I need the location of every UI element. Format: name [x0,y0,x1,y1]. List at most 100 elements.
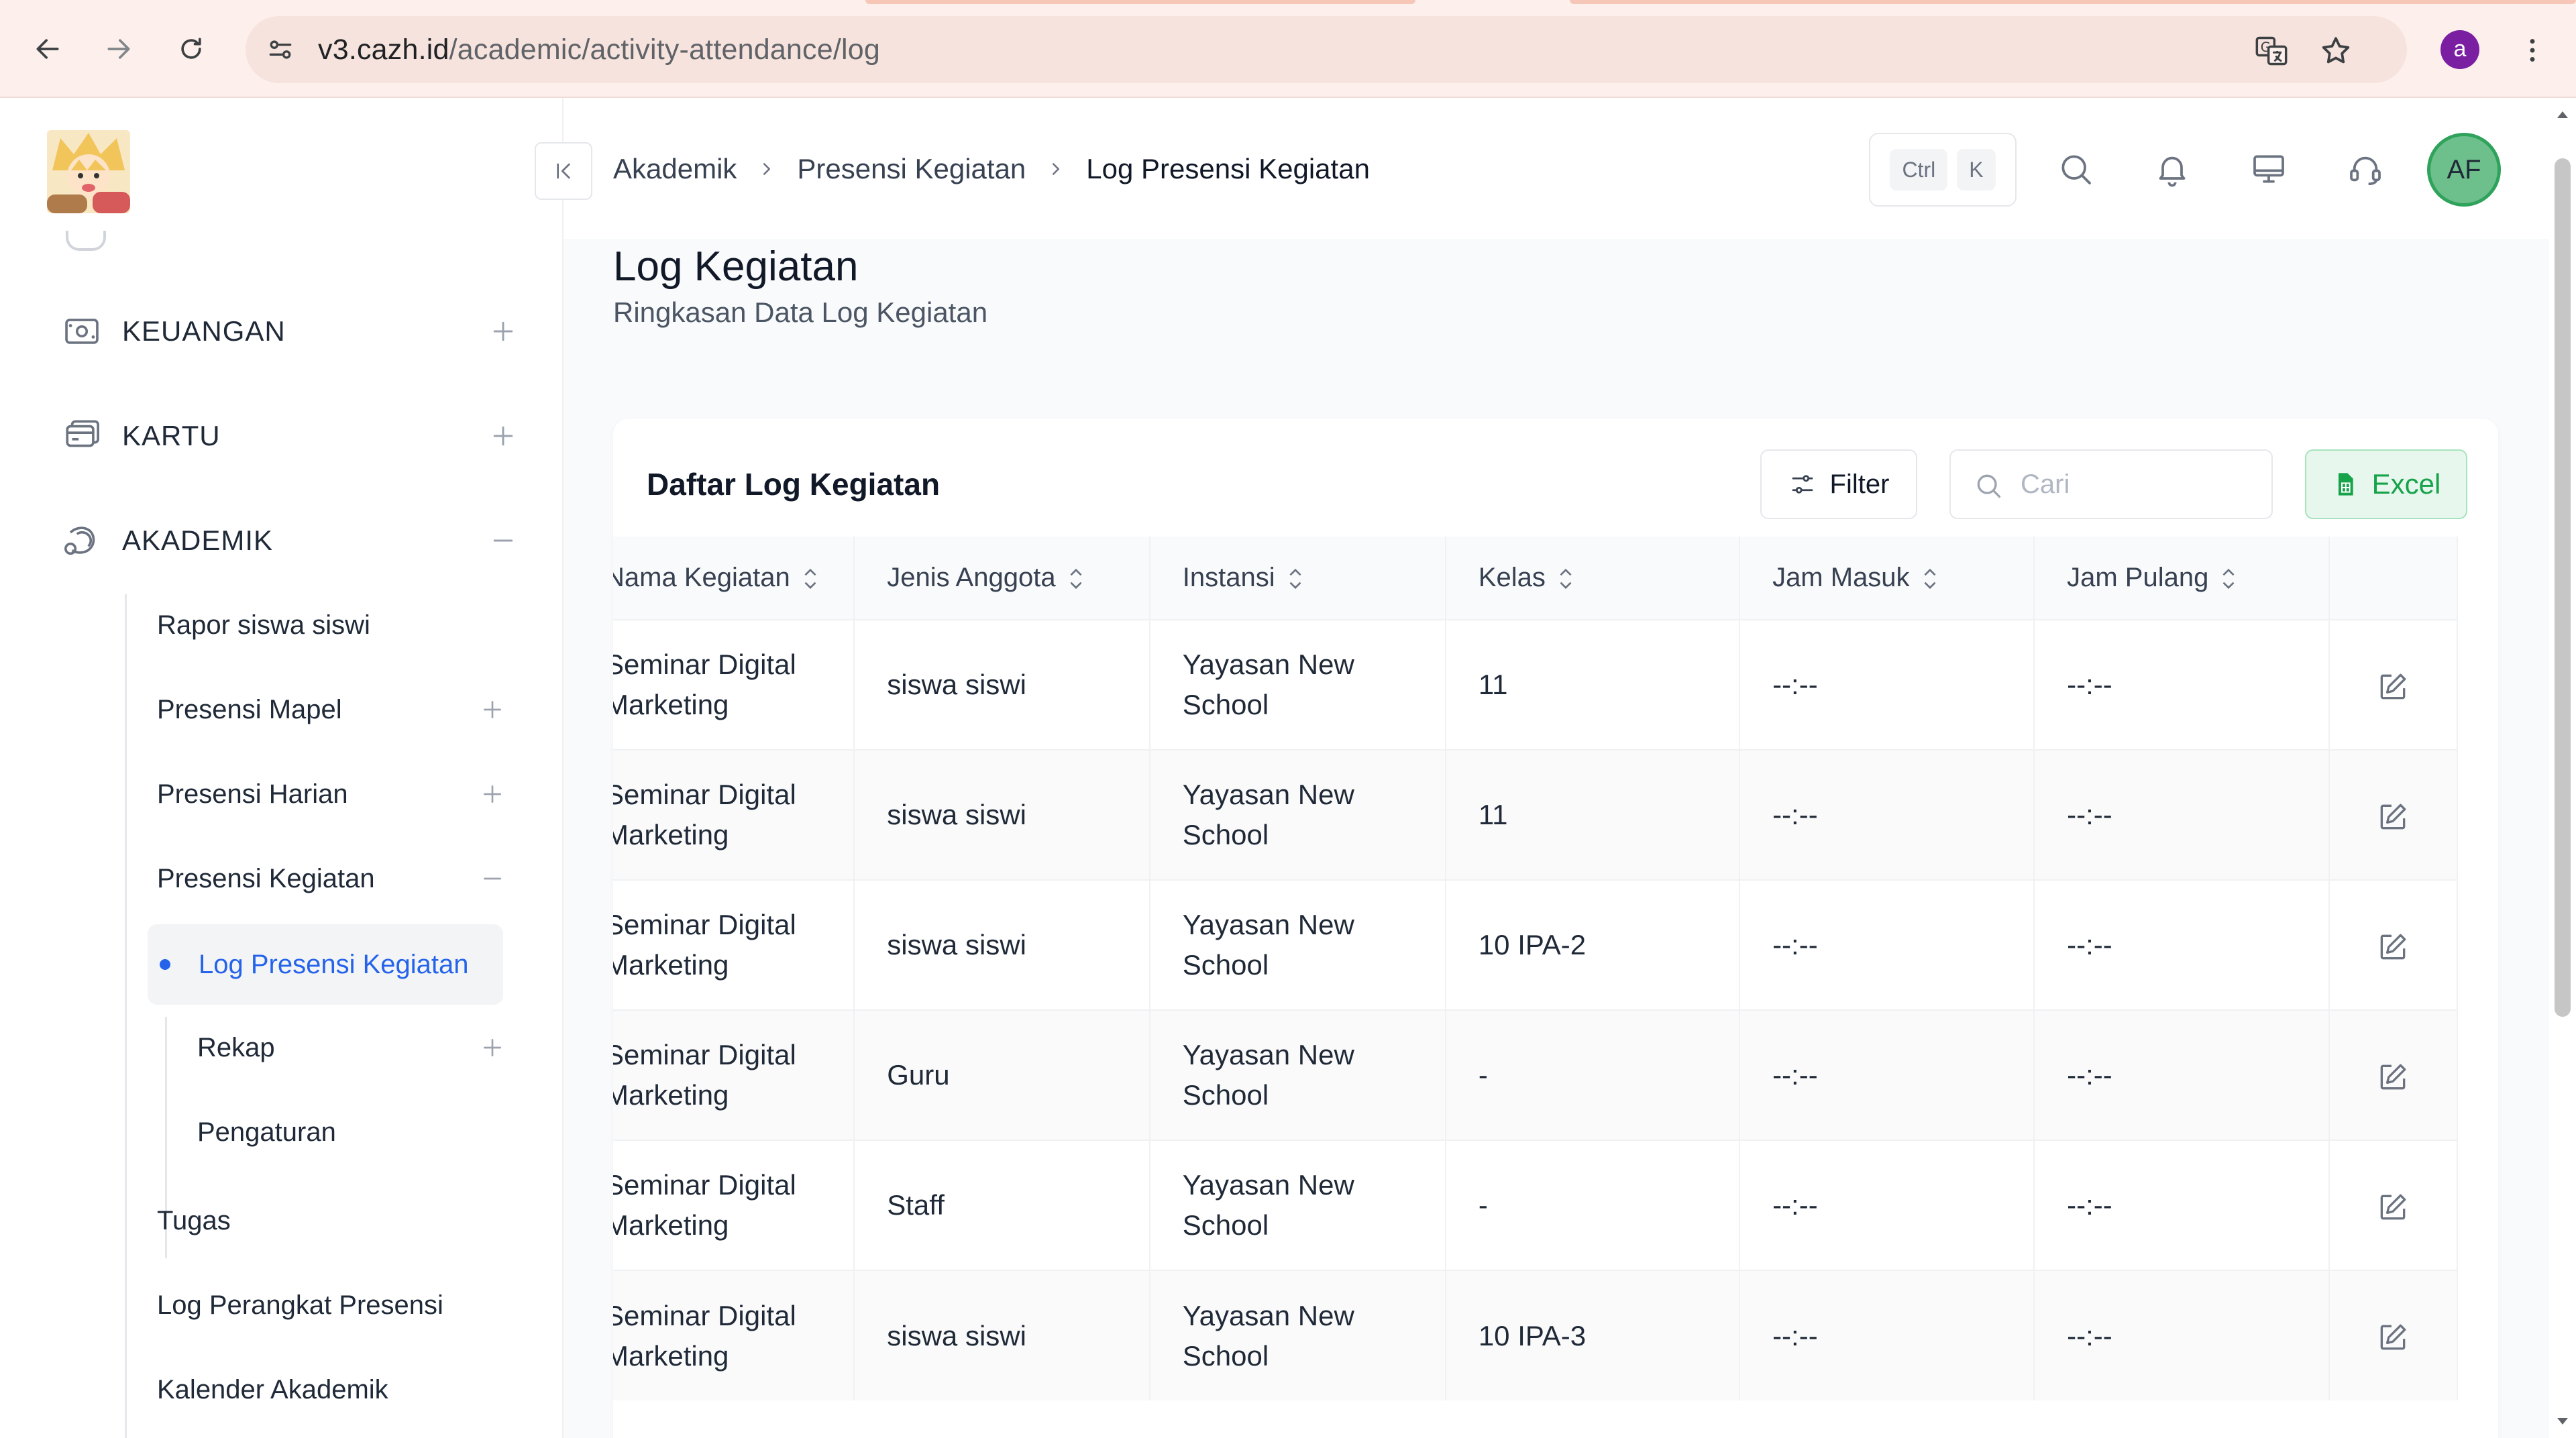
cell-instansi: Yayasan New School [1149,1009,1446,1140]
sidebar-item-rapor[interactable]: Rapor siswa siswi [157,592,506,659]
back-button[interactable] [24,25,71,72]
table-row: Seminar Digital Marketing siswa siswi Ya… [613,879,2459,1010]
sidebar-item-presensi-kegiatan[interactable]: Presensi Kegiatan [157,845,506,912]
notifications-button[interactable] [2151,148,2194,190]
cell-instansi: Yayasan New School [1149,1270,1446,1400]
search-icon [2061,155,2091,184]
reload-icon [181,38,201,59]
table-header-row: Nama Kegiatan Jenis Anggota Instansi Kel… [613,537,2459,620]
edit-icon[interactable] [2376,670,2410,704]
export-excel-button[interactable]: Excel [2305,449,2467,519]
bookmark-button[interactable] [2318,34,2353,68]
cell-nama-kegiatan: Seminar Digital Marketing [613,619,855,750]
search-input[interactable] [2021,451,2262,518]
card-icon [62,416,102,456]
breadcrumb-item[interactable]: Presensi Kegiatan [797,153,1026,185]
plus-icon[interactable] [479,781,506,808]
column-header-actions [2328,537,2459,620]
minus-icon[interactable] [479,865,506,892]
cell-kelas: 11 [1445,619,1741,750]
reload-button[interactable] [168,25,215,72]
column-label: Jam Pulang [2067,563,2209,592]
sidebar-item-log-perangkat-presensi[interactable]: Log Perangkat Presensi [157,1272,506,1339]
url-text[interactable]: v3.cazh.id/academic/activity-attendance/… [318,16,880,83]
forward-button[interactable] [95,25,142,72]
sidebar-item-label: Presensi Kegiatan [157,863,375,893]
column-header-kelas[interactable]: Kelas [1445,537,1741,620]
translate-button[interactable]: G [2254,34,2289,68]
search-field[interactable] [1949,449,2273,519]
sidebar-item-tugas[interactable]: Tugas [157,1187,506,1254]
table-row: Seminar Digital Marketing siswa siswi Ya… [613,749,2459,880]
cell-jam-pulang: --:-- [2034,1009,2330,1140]
command-palette-button[interactable]: Ctrl K [1869,133,2017,207]
cell-kelas: - [1445,1009,1741,1140]
column-header-nama-kegiatan[interactable]: Nama Kegiatan [613,537,855,620]
search-button[interactable] [2054,148,2097,190]
cell-jenis-anggota: siswa siswi [854,1270,1150,1400]
cell-action [2328,1270,2459,1400]
edit-icon[interactable] [2376,1321,2410,1354]
site-settings-icon[interactable] [266,35,295,64]
sidebar-item-label: Pengaturan [197,1117,336,1147]
url-host: v3.cazh.id [318,34,449,66]
column-header-jam-pulang[interactable]: Jam Pulang [2034,537,2330,620]
active-dot [160,959,170,970]
edit-icon[interactable] [2376,1191,2410,1224]
school-logo[interactable] [47,130,130,213]
plus-icon[interactable] [488,421,518,451]
sidebar-item-rekap[interactable]: Rekap [197,1014,506,1081]
minus-icon[interactable] [488,526,518,555]
plus-icon[interactable] [488,317,518,346]
cell-kelas: 10 IPA-2 [1445,879,1741,1010]
plus-icon[interactable] [479,696,506,723]
sidebar: KEUANGAN KARTU AKADEMIK Rapor siswa sisw… [0,98,564,1438]
filter-label: Filter [1829,469,1890,499]
cell-jam-pulang: --:-- [2034,749,2330,880]
edit-icon[interactable] [2376,800,2410,834]
edit-icon[interactable] [2376,1060,2410,1094]
column-header-jenis-anggota[interactable]: Jenis Anggota [854,537,1150,620]
sidebar-item-pengaturan[interactable]: Pengaturan [197,1099,506,1166]
cell-jenis-anggota: siswa siswi [854,619,1150,750]
user-avatar[interactable]: AF [2427,133,2501,207]
sidebar-item-presensi-harian[interactable]: Presensi Harian [157,761,506,828]
breadcrumb-item[interactable]: Akademik [613,153,737,185]
cell-jam-masuk: --:-- [1739,1009,2035,1140]
scroll-up-arrow-icon[interactable] [2556,109,2569,122]
page-subtitle: Ringkasan Data Log Kegiatan [613,296,988,328]
plus-icon[interactable] [479,1034,506,1061]
academic-icon [62,520,102,561]
collapse-sidebar-button[interactable] [535,142,592,200]
browser-toolbar: v3.cazh.id/academic/activity-attendance/… [0,0,2576,98]
scroll-down-arrow-icon[interactable] [2556,1414,2569,1427]
column-header-instansi[interactable]: Instansi [1149,537,1446,620]
sidebar-item-akademik[interactable]: AKADEMIK [62,514,518,567]
table-container[interactable]: Nama Kegiatan Jenis Anggota Instansi Kel… [613,537,2498,1438]
column-header-jam-masuk[interactable]: Jam Masuk [1739,537,2035,620]
translate-icon: G [2255,36,2288,66]
support-button[interactable] [2344,148,2387,190]
address-bar[interactable]: v3.cazh.id/academic/activity-attendance/… [246,16,2407,83]
monitor-icon [2253,155,2284,183]
sidebar-item-keuangan[interactable]: KEUANGAN [62,305,518,358]
cell-instansi: Yayasan New School [1149,619,1446,750]
page-title: Log Kegiatan [613,243,859,290]
scrollbar-thumb[interactable] [2555,158,2571,1017]
column-label: Instansi [1182,563,1275,592]
browser-menu-button[interactable] [2516,27,2549,74]
cell-jenis-anggota: Staff [854,1140,1150,1270]
display-button[interactable] [2247,148,2290,190]
sidebar-item-kartu[interactable]: KARTU [62,409,518,463]
edit-icon[interactable] [2376,930,2410,964]
filter-button[interactable]: Filter [1760,449,1917,519]
cell-jenis-anggota: siswa siswi [854,879,1150,1010]
browser-profile-avatar[interactable]: a [2440,30,2479,69]
cell-kelas: 11 [1445,749,1741,880]
sidebar-item-presensi-mapel[interactable]: Presensi Mapel [157,676,506,743]
sidebar-item-log-presensi-kegiatan[interactable]: Log Presensi Kegiatan [148,924,503,1005]
sidebar-item-kalender-akademik[interactable]: Kalender Akademik [157,1356,506,1423]
arrow-left-icon [36,39,59,59]
sidebar-item-label: Presensi Mapel [157,694,342,724]
page-scrollbar[interactable] [2549,98,2576,1438]
